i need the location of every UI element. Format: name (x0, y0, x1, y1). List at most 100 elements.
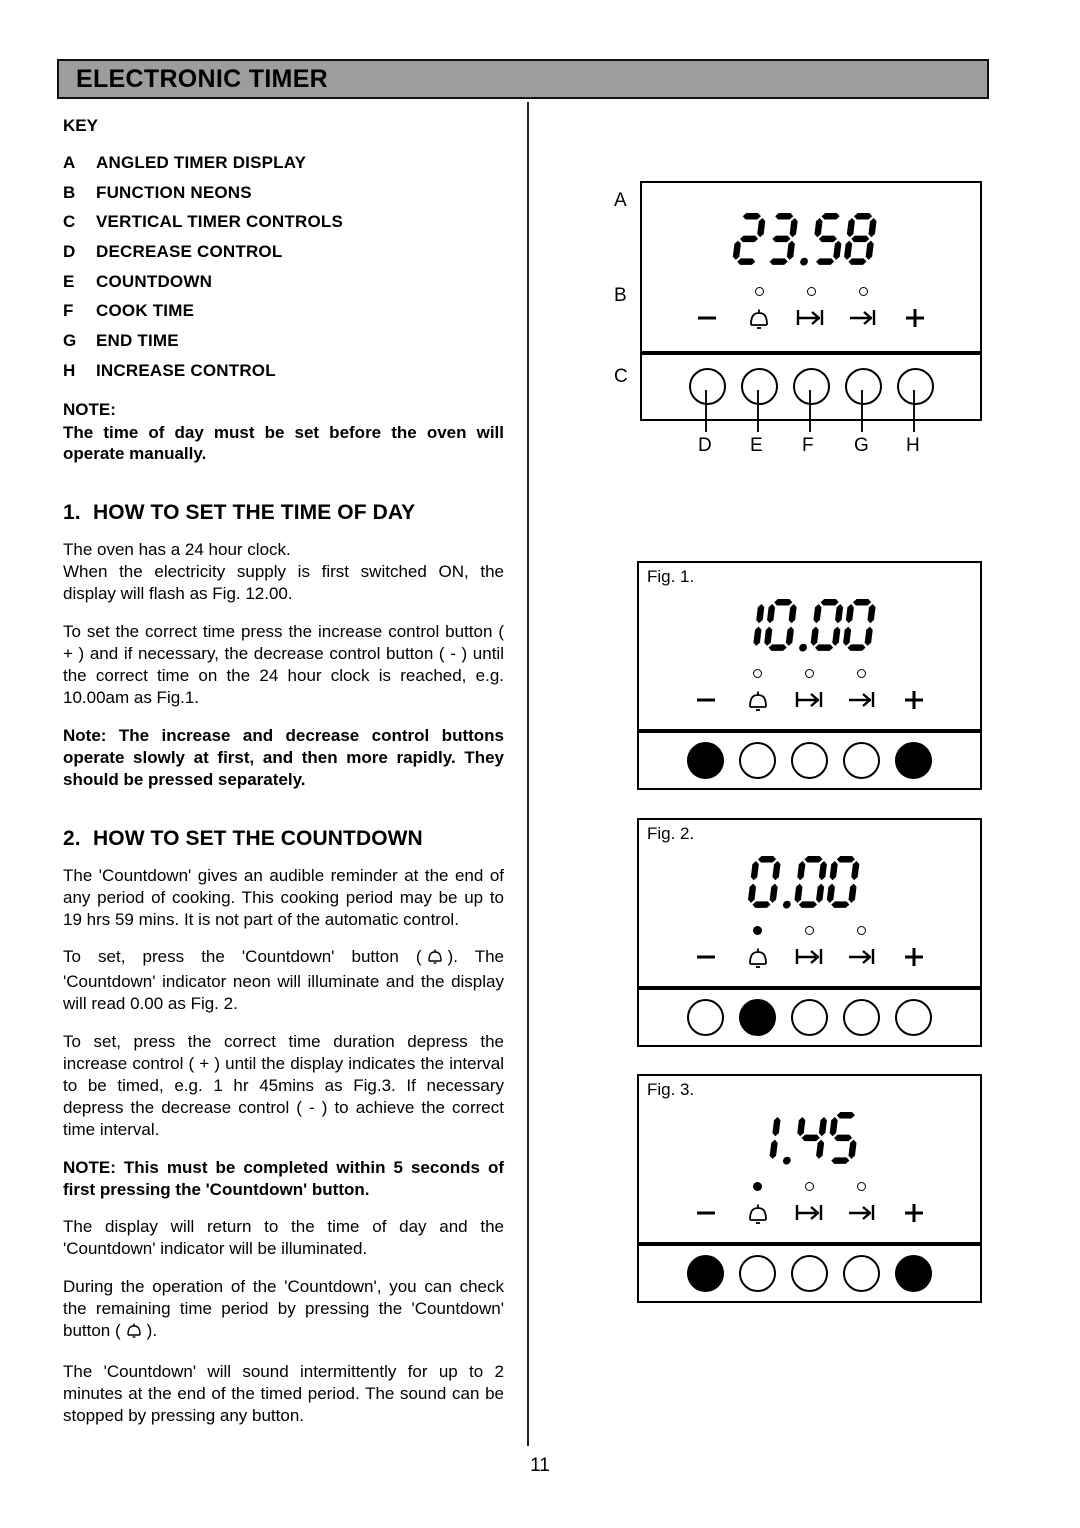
neon-cell-end-time (836, 1182, 888, 1232)
neon-indicator-cook-time (805, 1182, 814, 1191)
key-label: COOK TIME (96, 301, 195, 321)
decrease-button[interactable] (687, 999, 724, 1036)
figure-1-display-panel: Fig. 1. (637, 561, 982, 731)
button-cell-decrease[interactable] (680, 742, 732, 779)
end-time-button[interactable] (843, 742, 880, 779)
callout-b-label: B (614, 285, 627, 306)
lcd-display-fig3 (639, 1104, 980, 1172)
section-1-number: 1. (63, 501, 81, 524)
callout-d-label: D (698, 435, 712, 456)
decrease-button[interactable] (687, 742, 724, 779)
button-cell-increase[interactable] (888, 742, 940, 779)
increase-button[interactable] (896, 368, 934, 405)
minus-icon (691, 684, 721, 719)
key-item-e: E COUNTDOWN (63, 272, 504, 292)
timer-buttons-panel (640, 353, 982, 421)
button-cell-e[interactable] (733, 368, 785, 405)
neon-indicator-cook-time (805, 669, 814, 678)
button-cell-cook-time[interactable] (784, 999, 836, 1036)
section-2-title: HOW TO SET THE COUNTDOWN (93, 826, 423, 850)
neon-cell-decrease (681, 287, 733, 337)
button-cell-countdown[interactable] (732, 1255, 784, 1292)
cook-time-button[interactable] (791, 742, 828, 779)
button-cell-h[interactable] (889, 368, 941, 405)
button-cell-g[interactable] (837, 368, 889, 405)
button-cell-countdown[interactable] (732, 742, 784, 779)
key-letter: H (63, 360, 76, 380)
neon-cell-decrease (680, 669, 732, 719)
column-divider (527, 102, 529, 1446)
button-cell-cook-time[interactable] (784, 742, 836, 779)
end-time-button[interactable] (843, 999, 880, 1036)
neon-indicator-countdown (753, 669, 762, 678)
cook-time-button[interactable] (791, 999, 828, 1036)
key-label: ANGLED TIMER DISPLAY (96, 153, 307, 172)
key-letter: D (63, 242, 76, 262)
section-2-paragraph-5-post: ). (146, 1321, 158, 1341)
section-2-heading: 2. HOW TO SET THE COUNTDOWN (63, 827, 504, 851)
neon-cell-decrease (680, 1182, 732, 1232)
callout-h-leader (913, 390, 915, 432)
plus-icon (900, 302, 930, 337)
key-letter: G (63, 331, 77, 351)
bell-icon (743, 684, 773, 719)
neon-cell-increase (888, 1182, 940, 1232)
neon-cell-cook-time (784, 1182, 836, 1232)
button-cell-increase[interactable] (888, 1255, 940, 1292)
countdown-button[interactable] (739, 742, 776, 779)
button-cell-end-time[interactable] (836, 999, 888, 1036)
section-1-paragraph-3: To set the correct time press the increa… (63, 621, 504, 707)
key-heading: KEY (63, 116, 98, 135)
countdown-button[interactable] (739, 999, 776, 1036)
minus-icon (691, 1197, 721, 1232)
decrease-button[interactable] (687, 1255, 724, 1292)
countdown-button[interactable] (739, 1255, 776, 1292)
button-cell-countdown[interactable] (732, 999, 784, 1036)
neon-indicator-end-time (857, 669, 866, 678)
key-letter: A (63, 153, 76, 172)
neon-cell-end-time (836, 926, 888, 976)
key-item-d: D DECREASE CONTROL (63, 242, 504, 262)
key-letter: B (63, 182, 76, 202)
end-time-button[interactable] (843, 1255, 880, 1292)
decrease-button[interactable] (688, 368, 726, 405)
neon-indicator-countdown (753, 1182, 762, 1191)
neon-indicator (911, 287, 920, 296)
neon-cell-cook-time (784, 926, 836, 976)
neon-row-main (642, 287, 980, 337)
button-cell-end-time[interactable] (836, 742, 888, 779)
callout-a-label: A (614, 190, 627, 211)
seven-segment-digits (732, 213, 877, 266)
bell-icon (124, 1320, 144, 1345)
countdown-button[interactable] (740, 368, 778, 405)
section-2-note: NOTE: This must be completed within 5 se… (63, 1157, 504, 1199)
neon-indicator (701, 926, 710, 935)
increase-button[interactable] (895, 1255, 932, 1292)
increase-button[interactable] (895, 999, 932, 1036)
cook-time-icon (793, 1197, 827, 1232)
button-cell-decrease[interactable] (680, 1255, 732, 1292)
bell-icon (743, 1197, 773, 1232)
button-cell-f[interactable] (785, 368, 837, 405)
cook-time-icon (793, 684, 827, 719)
left-text-column: KEY A ANGLED TIMER DISPLAY B FUNCTION NE… (63, 116, 504, 1443)
button-cell-end-time[interactable] (836, 1255, 888, 1292)
neon-cell-decrease (680, 926, 732, 976)
neon-indicator (909, 1182, 918, 1191)
key-item-f: F COOK TIME (63, 302, 504, 321)
increase-button[interactable] (895, 742, 932, 779)
lcd-display-main (642, 205, 980, 273)
cook-time-button[interactable] (792, 368, 830, 405)
end-time-button[interactable] (844, 368, 882, 405)
cook-time-icon (794, 302, 828, 337)
end-time-icon (846, 302, 880, 337)
button-cell-increase[interactable] (888, 999, 940, 1036)
button-cell-d[interactable] (681, 368, 733, 405)
bell-icon (744, 302, 774, 337)
callout-h-label: H (906, 435, 920, 456)
cook-time-button[interactable] (791, 1255, 828, 1292)
callout-e-label: E (750, 435, 763, 456)
button-cell-decrease[interactable] (680, 999, 732, 1036)
button-cell-cook-time[interactable] (784, 1255, 836, 1292)
key-label: END TIME (96, 331, 179, 351)
